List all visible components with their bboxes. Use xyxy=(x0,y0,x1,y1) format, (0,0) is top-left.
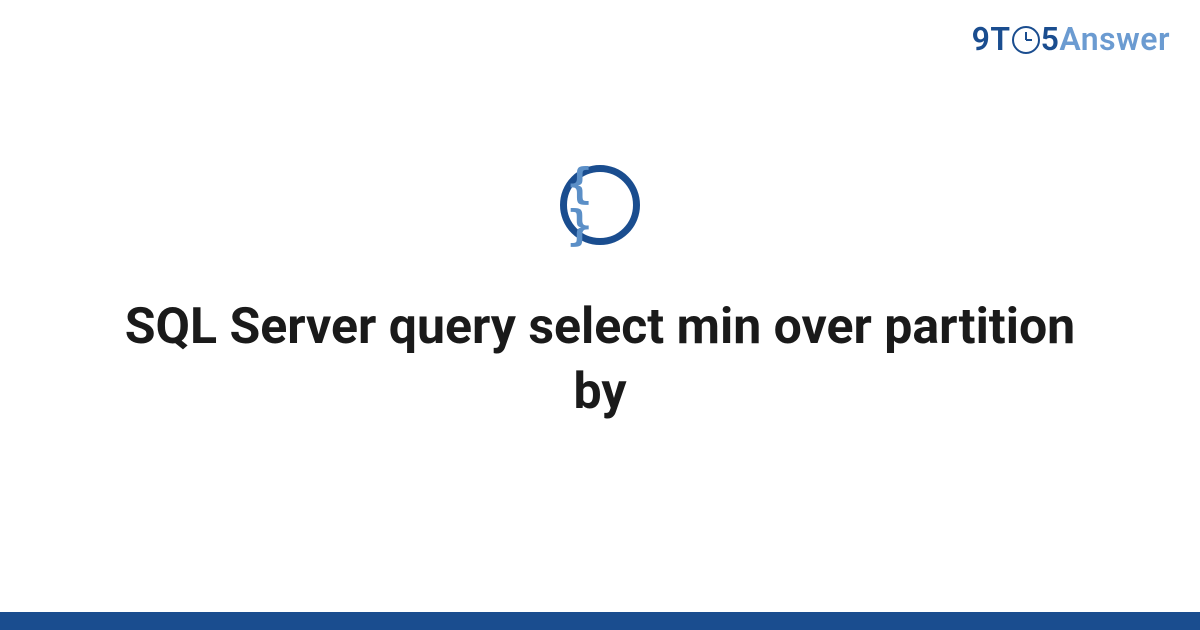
code-braces-icon: { } xyxy=(560,165,640,245)
braces-symbol: { } xyxy=(567,163,633,247)
main-content: { } SQL Server query select min over par… xyxy=(0,0,1200,630)
footer-accent-bar xyxy=(0,612,1200,630)
page-title: SQL Server query select min over partiti… xyxy=(100,295,1100,425)
